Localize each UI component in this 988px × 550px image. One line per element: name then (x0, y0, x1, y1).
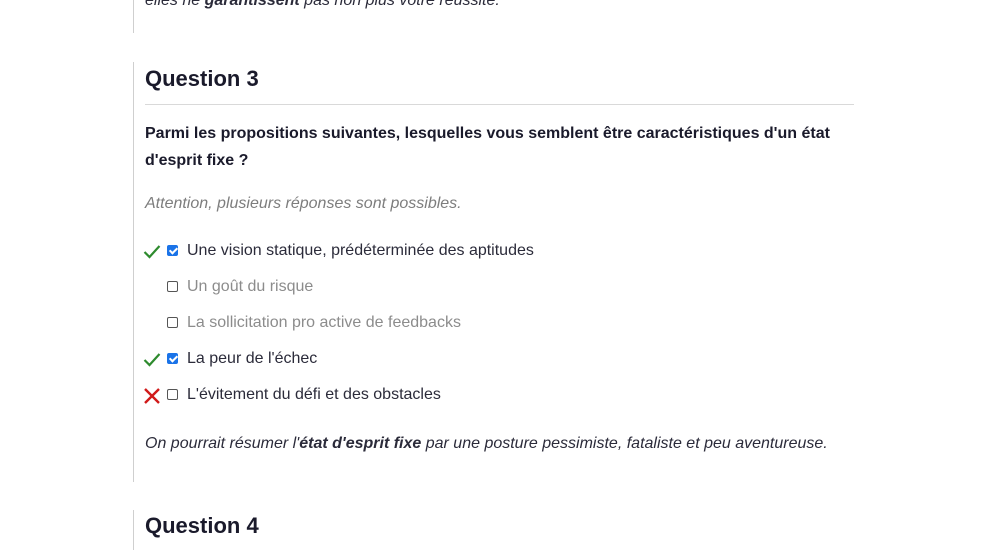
option-3-checkbox[interactable] (167, 317, 178, 328)
previous-feedback-strong: garantissent (204, 0, 300, 9)
previous-feedback-before: elles ne (145, 0, 205, 9)
answer-option-5[interactable]: L'évitement du défi et des obstacles (134, 382, 634, 410)
option-1-checkbox[interactable] (167, 245, 178, 256)
option-5-label: L'évitement du défi et des obstacles (187, 386, 441, 403)
answer-option-3[interactable]: La sollicitation pro active de feedbacks (134, 310, 634, 338)
question-3-title: Question 3 (145, 66, 259, 91)
answer-option-1[interactable]: Une vision statique, prédéterminée des a… (134, 238, 634, 266)
question-3-block: Question 3 Parmi les propositions suivan… (133, 62, 854, 482)
feedback-before: On pourrait résumer l' (145, 435, 300, 452)
cross-icon (143, 387, 161, 405)
question-3-prompt: Parmi les propositions suivantes, lesque… (145, 125, 830, 169)
check-icon (143, 243, 161, 261)
previous-feedback-text: elles ne garantissent pas non plus votre… (145, 0, 845, 14)
option-5-checkbox[interactable] (167, 389, 178, 400)
question-3-feedback: On pourrait résumer l'état d'esprit fixe… (145, 430, 835, 457)
previous-feedback-after: pas non plus votre réussite. (299, 0, 500, 9)
option-4-label: La peur de l'échec (187, 350, 318, 367)
option-4-checkbox[interactable] (167, 353, 178, 364)
check-icon (143, 351, 161, 369)
option-3-label: La sollicitation pro active de feedbacks (187, 314, 461, 331)
option-1-label: Une vision statique, prédéterminée des a… (187, 242, 534, 259)
option-2-checkbox[interactable] (167, 281, 178, 292)
feedback-after: par une posture pessimiste, fataliste et… (421, 435, 828, 452)
answer-option-4[interactable]: La peur de l'échec (134, 346, 634, 374)
question-3-hint: Attention, plusieurs réponses sont possi… (145, 195, 462, 212)
answer-option-2[interactable]: Un goût du risque (134, 274, 634, 302)
title-divider (145, 104, 854, 105)
question-4-title: Question 4 (145, 513, 259, 538)
question-4-block: Question 4 (133, 510, 854, 550)
previous-question-block: elles ne garantissent pas non plus votre… (133, 0, 854, 33)
feedback-strong: état d'esprit fixe (299, 435, 422, 452)
option-2-label: Un goût du risque (187, 278, 314, 295)
